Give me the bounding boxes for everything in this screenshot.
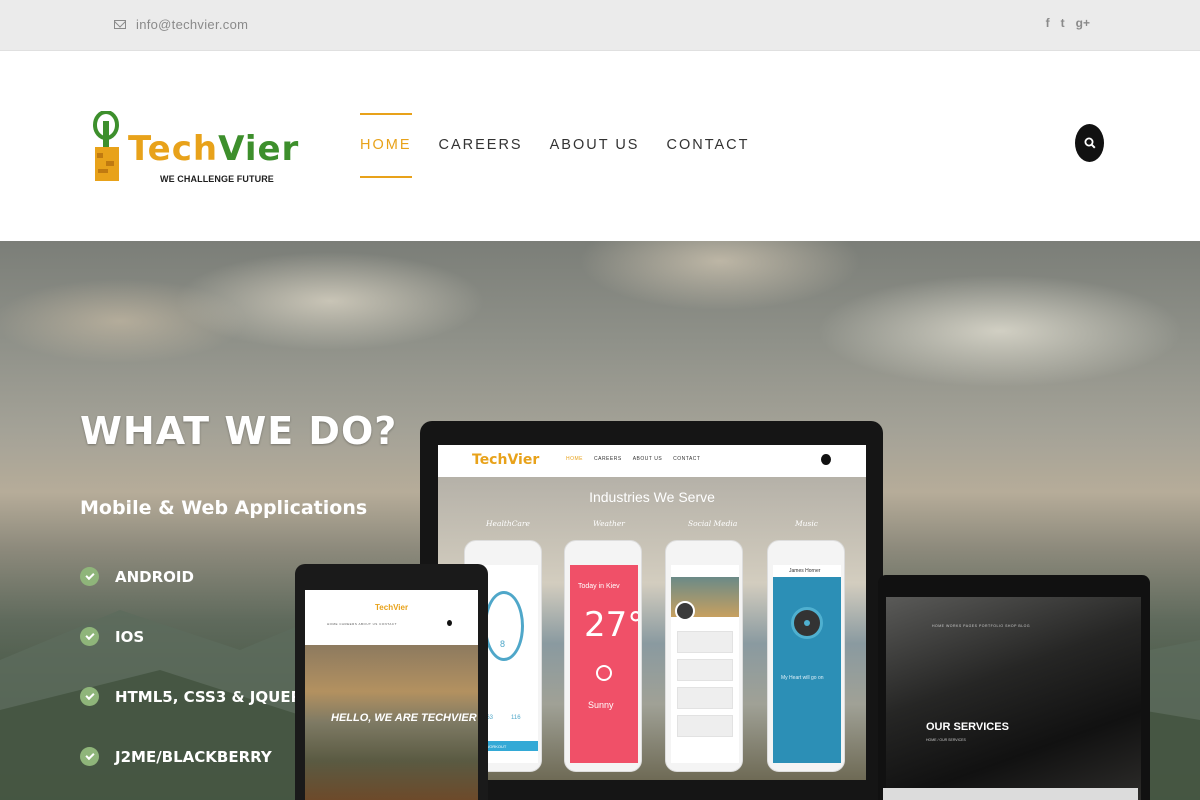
hero-subtitle: Mobile & Web Applications <box>80 497 368 519</box>
tablet-logo: TechVier <box>375 603 409 612</box>
logo-wordmark: TechVier <box>128 129 300 169</box>
hero-banner: WHAT WE DO? Mobile & Web Applications AN… <box>0 241 1200 800</box>
feature-item: HTML5, CSS3 & JQUERY <box>80 687 312 706</box>
email-contact[interactable]: info@techvier.com <box>114 17 248 32</box>
feature-item: ANDROID <box>80 567 194 586</box>
search-icon <box>1084 137 1096 149</box>
check-icon <box>80 747 99 766</box>
tablet-mockup: TechVier HOME CAREERS ABOUT US CONTACT H… <box>295 564 488 800</box>
email-text[interactable]: info@techvier.com <box>136 17 248 32</box>
phone-social-media <box>665 540 743 772</box>
desktop-monitor-mockup: TechVier HOME CAREERS ABOUT US CONTACT I… <box>420 421 883 800</box>
category-label: Music <box>795 519 818 528</box>
site-header: TechVier WE CHALLENGE FUTURE HOME CAREER… <box>0 51 1200 241</box>
logo-tagline: WE CHALLENGE FUTURE <box>160 174 274 184</box>
twitter-icon[interactable]: t <box>1061 16 1065 30</box>
main-nav: HOME CAREERS ABOUT US CONTACT <box>360 113 749 178</box>
nav-careers[interactable]: CAREERS <box>439 113 523 178</box>
category-label: Weather <box>593 519 625 528</box>
mock-header: TechVier HOME CAREERS ABOUT US CONTACT <box>438 445 866 477</box>
sun-icon <box>596 665 612 681</box>
check-icon <box>80 627 99 646</box>
feature-item: IOS <box>80 627 144 646</box>
social-links: f t g+ <box>1046 16 1090 30</box>
phone-music: James Horner My Heart will go on <box>767 540 845 772</box>
laptop-nav: HOME WORKS PAGES PORTFOLIO SHOP BLOG <box>932 624 1031 628</box>
laptop-mockup: HOME WORKS PAGES PORTFOLIO SHOP BLOG OUR… <box>878 575 1150 800</box>
search-button[interactable] <box>1075 124 1104 162</box>
phone-weather: Today in Kiev 27° Sunny <box>564 540 642 772</box>
vinyl-disc-icon <box>791 607 823 639</box>
nav-contact[interactable]: CONTACT <box>666 113 749 178</box>
google-plus-icon[interactable]: g+ <box>1076 16 1090 30</box>
laptop-heading: OUR SERVICES <box>926 721 1009 733</box>
tablet-nav: HOME CAREERS ABOUT US CONTACT <box>327 622 397 626</box>
nav-about-us[interactable]: ABOUT US <box>550 113 640 178</box>
mock-logo: TechVier <box>472 452 540 468</box>
envelope-icon <box>114 20 126 29</box>
laptop-breadcrumb: HOME / OUR SERVICES <box>926 738 966 742</box>
tablet-hero-text: HELLO, WE ARE TECHVIER <box>331 712 477 724</box>
monitor-screen: TechVier HOME CAREERS ABOUT US CONTACT I… <box>438 445 866 780</box>
avatar <box>675 601 695 621</box>
site-logo[interactable]: TechVier WE CHALLENGE FUTURE <box>92 111 298 191</box>
top-bar: info@techvier.com f t g+ <box>0 0 1200 51</box>
facebook-icon[interactable]: f <box>1046 16 1050 30</box>
check-icon <box>80 687 99 706</box>
category-label: HealthCare <box>486 519 530 528</box>
lightbulb-logo-icon <box>93 111 119 181</box>
feature-label: ANDROID <box>115 567 194 586</box>
feature-label: J2ME/BLACKBERRY <box>115 747 272 766</box>
feature-label: HTML5, CSS3 & JQUERY <box>115 687 313 706</box>
tablet-search-icon <box>447 620 452 626</box>
category-label: Social Media <box>688 519 738 528</box>
feature-label: IOS <box>115 627 145 646</box>
check-icon <box>80 567 99 586</box>
feature-item: J2ME/BLACKBERRY <box>80 747 272 766</box>
mock-search-icon <box>821 454 831 465</box>
nav-home[interactable]: HOME <box>360 113 412 178</box>
progress-ring <box>484 591 524 661</box>
industries-heading: Industries We Serve <box>589 489 715 505</box>
hero-title: WHAT WE DO? <box>80 409 398 453</box>
mock-nav: HOME CAREERS ABOUT US CONTACT <box>566 456 701 462</box>
